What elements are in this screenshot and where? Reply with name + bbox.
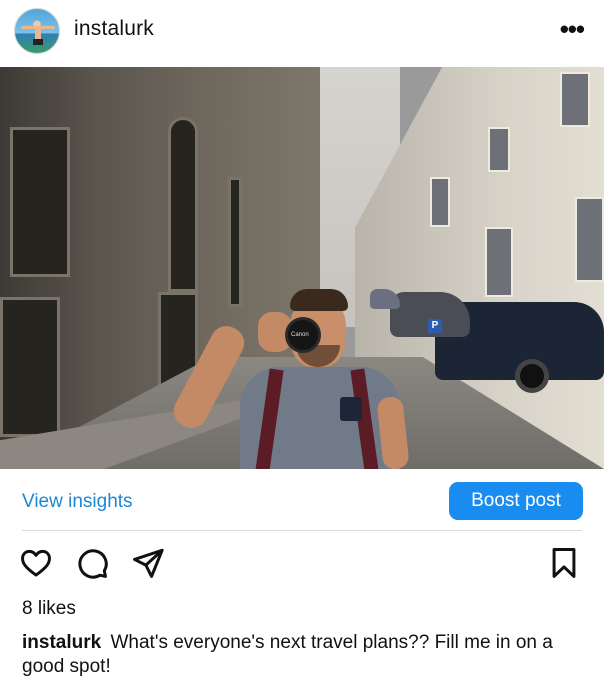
post-photo[interactable]: P Canon bbox=[0, 67, 604, 469]
photo-person-hair bbox=[290, 289, 348, 311]
avatar-figure-shorts bbox=[33, 39, 43, 45]
photo-window bbox=[168, 117, 198, 292]
photo-window bbox=[228, 177, 242, 307]
username[interactable]: instalurk bbox=[74, 17, 154, 41]
bookmark-icon[interactable] bbox=[546, 546, 582, 582]
heart-icon[interactable] bbox=[18, 546, 54, 582]
lens-cap-brand: Canon bbox=[291, 332, 309, 338]
parking-sign: P bbox=[428, 319, 442, 333]
photo-window bbox=[0, 297, 60, 437]
lens-cap: Canon bbox=[285, 317, 321, 353]
photo-window bbox=[485, 227, 513, 297]
caption-text: What's everyone's next travel plans?? Fi… bbox=[22, 632, 553, 677]
likes-count[interactable]: 8 likes bbox=[22, 598, 76, 620]
more-dots-icon[interactable]: ••• bbox=[560, 14, 585, 45]
photo-shirt-patch bbox=[340, 397, 362, 421]
comment-icon[interactable] bbox=[74, 546, 110, 582]
paper-plane-icon[interactable] bbox=[130, 546, 166, 582]
photo-window bbox=[575, 197, 604, 282]
insights-row: View insights Boost post bbox=[0, 469, 604, 531]
action-bar bbox=[0, 546, 604, 586]
caption-username[interactable]: instalurk bbox=[22, 632, 101, 653]
divider bbox=[22, 530, 582, 531]
boost-post-button[interactable]: Boost post bbox=[449, 482, 583, 520]
post-header: instalurk ••• bbox=[0, 0, 604, 64]
photo-window bbox=[560, 72, 590, 127]
photo-window bbox=[430, 177, 450, 227]
photo-window bbox=[10, 127, 70, 277]
avatar[interactable] bbox=[14, 8, 60, 54]
caption: instalurk What's everyone's next travel … bbox=[22, 631, 587, 679]
photo-wheel bbox=[515, 359, 549, 393]
photo-window bbox=[488, 127, 510, 172]
view-insights-link[interactable]: View insights bbox=[22, 491, 133, 513]
